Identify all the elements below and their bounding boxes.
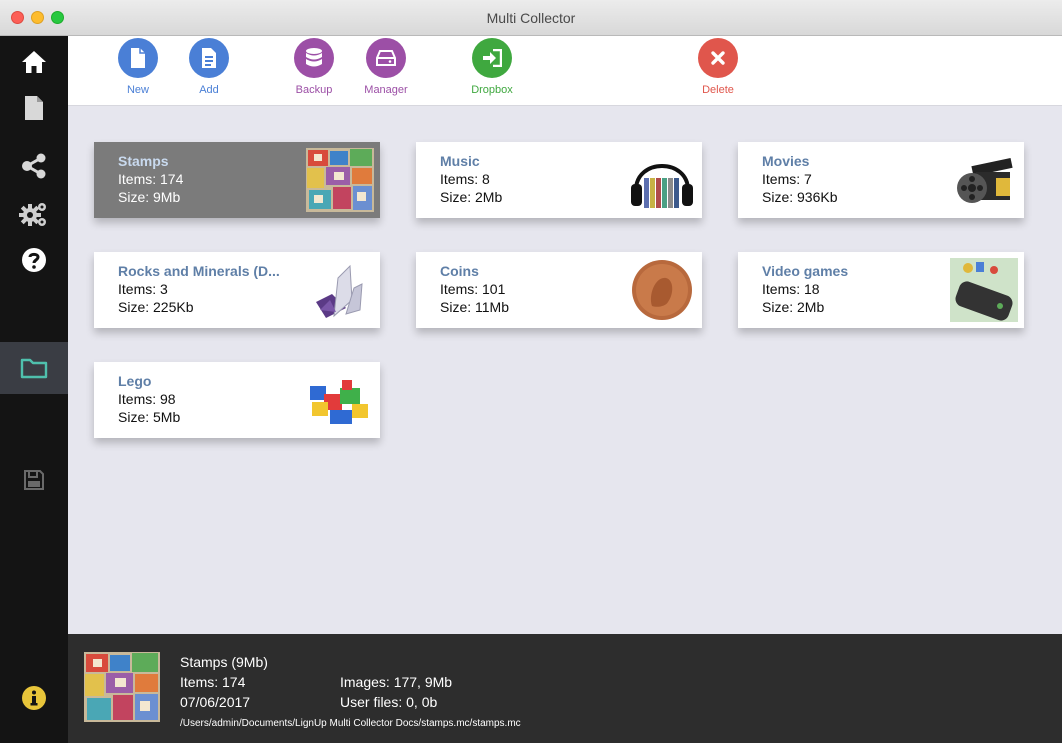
sidebar-item-share[interactable]: [0, 140, 68, 192]
headphones-thumbnail: [631, 164, 693, 208]
collection-name: Video games: [762, 263, 849, 279]
status-user-files: User files: 0, 0b: [340, 694, 438, 710]
dropbox-button[interactable]: Dropbox: [457, 38, 527, 96]
collection-items: Items: 3: [118, 281, 168, 297]
delete-icon: [698, 38, 738, 78]
collection-card-lego[interactable]: Lego Items: 98 Size: 5Mb: [94, 362, 380, 438]
stamps-thumbnail: [306, 148, 374, 212]
sidebar-item-collections[interactable]: [0, 342, 68, 394]
new-icon: [118, 38, 158, 78]
save-icon: [24, 470, 44, 490]
manager-label: Manager: [364, 84, 408, 96]
status-title: Stamps (9Mb): [180, 654, 268, 670]
collection-name: Rocks and Minerals (D...: [118, 263, 280, 279]
collection-card-stamps[interactable]: Stamps Items: 174 Size: 9Mb: [94, 142, 380, 218]
collection-name: Lego: [118, 373, 152, 389]
collection-card-music[interactable]: Music Items: 8 Size: 2Mb: [416, 142, 702, 218]
sidebar-item-settings[interactable]: [0, 188, 68, 240]
collection-card-rocks[interactable]: Rocks and Minerals (D... Items: 3 Size: …: [94, 252, 380, 328]
sidebar-item-help[interactable]: [0, 234, 68, 286]
manager-button[interactable]: Manager: [351, 38, 421, 96]
gears-icon: [19, 203, 46, 226]
sign-in-icon: [472, 38, 512, 78]
sidebar: [0, 36, 68, 743]
film-reel-thumbnail: [957, 157, 1013, 203]
collection-items: Items: 18: [762, 281, 820, 297]
collection-items: Items: 174: [118, 171, 184, 187]
sidebar-item-save[interactable]: [0, 454, 68, 506]
crystal-thumbnail: [306, 258, 374, 322]
sidebar-item-info[interactable]: [0, 672, 68, 724]
video-game-thumbnail: [950, 258, 1018, 322]
collection-size: Size: 9Mb: [118, 189, 181, 205]
collection-size: Size: 5Mb: [118, 409, 181, 425]
backup-label: Backup: [295, 84, 333, 96]
collection-card-video-games[interactable]: Video games Items: 18 Size: 2Mb: [738, 252, 1024, 328]
help-icon: [22, 248, 46, 272]
new-button[interactable]: New: [103, 38, 173, 96]
collection-size: Size: 2Mb: [440, 189, 503, 205]
collection-items: Items: 98: [118, 391, 176, 407]
coin-thumbnail: [632, 260, 692, 320]
add-label: Add: [199, 84, 219, 96]
delete-label: Delete: [702, 84, 734, 96]
collection-name: Music: [440, 153, 480, 169]
collection-name: Stamps: [118, 153, 169, 169]
lego-thumbnail: [310, 380, 368, 424]
add-button[interactable]: Add: [174, 38, 244, 96]
selected-collection-thumbnail: [84, 652, 160, 722]
file-icon: [25, 96, 43, 120]
collection-size: Size: 936Kb: [762, 189, 838, 205]
collection-items: Items: 7: [762, 171, 812, 187]
folder-icon: [20, 358, 48, 379]
status-images: Images: 177, 9Mb: [340, 674, 453, 690]
dropbox-label: Dropbox: [471, 84, 513, 96]
window-title: Multi Collector: [486, 10, 576, 26]
drive-icon: [366, 38, 406, 78]
collection-card-movies[interactable]: Movies Items: 7 Size: 936Kb: [738, 142, 1024, 218]
collection-name: Movies: [762, 153, 810, 169]
home-icon: [22, 51, 46, 73]
toolbar: New Add Backup Manager Dropbox Delete: [68, 36, 1062, 106]
status-bar: Stamps (9Mb) Items: 174 07/06/2017 Image…: [68, 634, 1062, 743]
collection-items: Items: 8: [440, 171, 490, 187]
status-file-path: /Users/admin/Documents/LignUp Multi Coll…: [180, 718, 521, 729]
collection-size: Size: 2Mb: [762, 299, 825, 315]
collection-card-coins[interactable]: Coins Items: 101 Size: 11Mb: [416, 252, 702, 328]
status-date: 07/06/2017: [180, 694, 251, 710]
title-bar: Multi Collector: [0, 0, 1062, 36]
new-label: New: [126, 84, 149, 96]
delete-button[interactable]: Delete: [683, 38, 753, 96]
collection-name: Coins: [440, 263, 479, 279]
sidebar-item-file[interactable]: [0, 82, 68, 134]
backup-button[interactable]: Backup: [279, 38, 349, 96]
sidebar-item-home[interactable]: [0, 36, 68, 88]
share-icon: [22, 153, 46, 179]
info-icon: [22, 686, 46, 710]
database-icon: [294, 38, 334, 78]
collection-size: Size: 225Kb: [118, 299, 194, 315]
collection-items: Items: 101: [440, 281, 506, 297]
status-items: Items: 174: [180, 674, 246, 690]
add-icon: [189, 38, 229, 78]
collections-grid: Stamps Items: 174 Size: 9Mb Music Items:…: [68, 106, 1062, 634]
collection-size: Size: 11Mb: [440, 299, 509, 315]
